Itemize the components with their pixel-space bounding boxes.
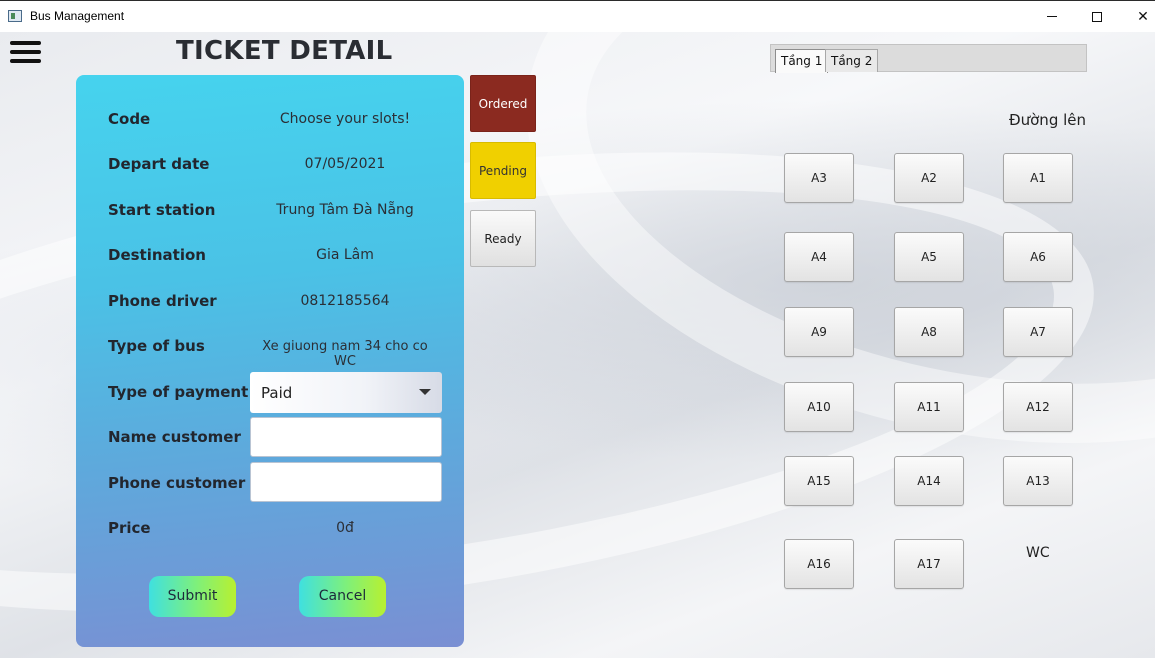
seat-button[interactable]: A1 (1003, 153, 1073, 203)
type-of-payment-label: Type of payment (108, 383, 249, 401)
tab-floor-1[interactable]: Tầng 1 (775, 49, 829, 73)
app-background: TICKET DETAIL Code Choose your slots! De… (0, 32, 1155, 658)
minimize-icon (1047, 16, 1057, 17)
maximize-button[interactable] (1074, 1, 1120, 32)
seat-button[interactable]: A16 (784, 539, 854, 589)
menu-button[interactable] (10, 41, 41, 63)
seat-button[interactable]: A4 (784, 232, 854, 282)
seat-button[interactable]: A7 (1003, 307, 1073, 357)
entrance-label: Đường lên (1009, 111, 1087, 129)
phone-driver-label: Phone driver (108, 292, 217, 310)
depart-date-value: 07/05/2021 (304, 156, 386, 172)
phone-customer-label: Phone customer (108, 474, 246, 492)
minimize-button[interactable] (1029, 1, 1075, 32)
seat-button[interactable]: A9 (784, 307, 854, 357)
name-customer-label: Name customer (108, 428, 241, 446)
status-ready-legend: Ready (470, 210, 536, 267)
price-value: 0đ (336, 520, 354, 536)
seat-button[interactable]: A3 (784, 153, 854, 203)
window-titlebar: Bus Management ✕ (0, 0, 1155, 32)
seat-button[interactable]: A11 (894, 382, 964, 432)
maximize-icon (1092, 11, 1102, 22)
ticket-form-panel: Code Choose your slots! Depart date 07/0… (76, 75, 464, 647)
start-station-label: Start station (108, 201, 216, 219)
start-station-value: Trung Tâm Đà Nẵng (276, 202, 414, 218)
cancel-button[interactable]: Cancel (299, 576, 386, 617)
hamburger-icon (10, 41, 41, 45)
submit-button[interactable]: Submit (149, 576, 236, 617)
code-label: Code (108, 110, 151, 128)
phone-driver-value: 0812185564 (300, 293, 390, 309)
type-of-bus-label: Type of bus (108, 337, 205, 355)
wc-label: WC (1026, 545, 1050, 561)
seat-button[interactable]: A5 (894, 232, 964, 282)
type-of-bus-value: Xe giuong nam 34 cho co WC (262, 339, 428, 369)
chevron-down-icon (419, 389, 431, 395)
window-title: Bus Management (30, 9, 125, 23)
seat-button[interactable]: A17 (894, 539, 964, 589)
floor-tabs: Tầng 1 Tầng 2 (770, 44, 1087, 73)
seat-button[interactable]: A8 (894, 307, 964, 357)
name-customer-input[interactable] (250, 417, 442, 457)
phone-customer-input[interactable] (250, 462, 442, 502)
status-pending-legend: Pending (470, 142, 536, 199)
price-label: Price (108, 519, 151, 537)
app-icon (8, 10, 22, 22)
seat-button[interactable]: A2 (894, 153, 964, 203)
destination-value: Gia Lâm (316, 247, 374, 263)
payment-type-selected: Paid (261, 384, 293, 402)
seat-button[interactable]: A15 (784, 456, 854, 506)
close-icon: ✕ (1137, 8, 1149, 25)
seat-button[interactable]: A10 (784, 382, 854, 432)
seat-button[interactable]: A13 (1003, 456, 1073, 506)
payment-type-select[interactable]: Paid (250, 372, 442, 413)
depart-date-label: Depart date (108, 155, 210, 173)
destination-label: Destination (108, 246, 206, 264)
close-button[interactable]: ✕ (1120, 1, 1155, 32)
seat-button[interactable]: A6 (1003, 232, 1073, 282)
tab-floor-2[interactable]: Tầng 2 (825, 49, 879, 72)
seat-button[interactable]: A12 (1003, 382, 1073, 432)
seat-button[interactable]: A14 (894, 456, 964, 506)
status-ordered-legend: Ordered (470, 75, 536, 132)
page-title: TICKET DETAIL (176, 36, 393, 66)
code-value: Choose your slots! (279, 111, 411, 127)
